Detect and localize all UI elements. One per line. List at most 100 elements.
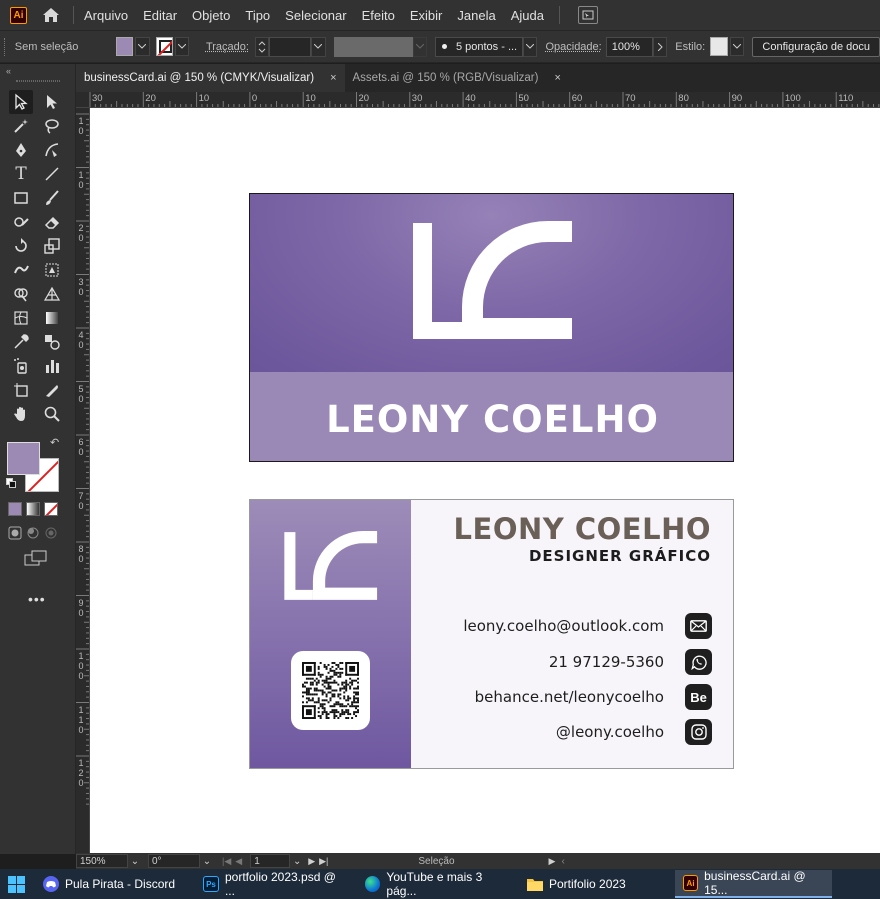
stroke-swatch[interactable]	[155, 37, 173, 56]
qr-module	[341, 703, 344, 706]
tab-assets[interactable]: Assets.ai @ 150 % (RGB/Visualizar) ×	[345, 64, 569, 92]
scroll-left-icon[interactable]: ‹	[561, 856, 564, 867]
stroke-label[interactable]: Traçado:	[206, 41, 249, 53]
last-artboard-icon[interactable]: ▶|	[319, 856, 328, 867]
rotation-input[interactable]: 0°	[148, 854, 200, 868]
artboard-number-input[interactable]: 1	[250, 854, 291, 868]
warp-tool-icon[interactable]	[9, 258, 33, 282]
lasso-tool-icon[interactable]	[40, 114, 64, 138]
gradient-mode-icon[interactable]	[26, 502, 40, 516]
shaper-tool-icon[interactable]	[9, 210, 33, 234]
previous-artboard-icon[interactable]: ◀	[235, 856, 242, 867]
vertical-ruler[interactable]: 10 10 20 30 40 50 60 70 80 90 100 110 120	[76, 108, 90, 853]
qr-module	[339, 662, 342, 664]
status-menu-icon[interactable]: ▶	[549, 856, 556, 867]
first-artboard-icon[interactable]: |◀	[222, 856, 231, 867]
business-card-back[interactable]: LEONY COELHO DESIGNER GRÁFICO leony.coel…	[249, 499, 734, 769]
chevron-down-icon[interactable]: ⌄	[290, 856, 304, 867]
menu-ajuda[interactable]: Ajuda	[511, 8, 544, 23]
draw-inside-icon[interactable]	[44, 526, 58, 540]
draw-behind-icon[interactable]	[26, 526, 40, 540]
hand-tool-icon[interactable]	[9, 402, 33, 426]
brush-dropdown[interactable]	[523, 36, 538, 57]
curvature-tool-icon[interactable]	[40, 138, 64, 162]
chevron-down-icon[interactable]: ⌄	[200, 856, 214, 867]
shape-builder-tool-icon[interactable]	[9, 282, 33, 306]
menu-tipo[interactable]: Tipo	[245, 8, 270, 23]
pen-tool-icon[interactable]	[9, 138, 33, 162]
artboard-canvas[interactable]: LEONY COELHO LEONY COELHO DESIGNER GRÁFI…	[90, 108, 880, 853]
perspective-grid-tool-icon[interactable]	[40, 282, 64, 306]
opacity-input[interactable]: 100%	[605, 36, 653, 57]
draw-normal-icon[interactable]	[8, 526, 22, 540]
rectangle-tool-icon[interactable]	[9, 186, 33, 210]
rotate-tool-icon[interactable]	[9, 234, 33, 258]
menu-exibir[interactable]: Exibir	[410, 8, 443, 23]
symbol-sprayer-tool-icon[interactable]	[9, 354, 33, 378]
stroke-dropdown[interactable]	[174, 37, 189, 56]
style-dropdown[interactable]	[730, 37, 745, 56]
eyedropper-tool-icon[interactable]	[9, 330, 33, 354]
slice-tool-icon[interactable]	[40, 378, 64, 402]
artboard-tool-icon[interactable]	[9, 378, 33, 402]
tab-businesscard[interactable]: businessCard.ai @ 150 % (CMYK/Visualizar…	[76, 64, 345, 92]
stroke-weight-input[interactable]	[269, 36, 312, 57]
menu-selecionar[interactable]: Selecionar	[285, 8, 346, 23]
zoom-input[interactable]: 150%	[76, 854, 128, 868]
none-mode-icon[interactable]	[44, 502, 58, 516]
brush-definition[interactable]: 5 pontos - ...	[435, 36, 524, 57]
home-icon[interactable]	[41, 5, 61, 25]
taskbar-item-illustrator[interactable]: Ai businessCard.ai @ 15...	[675, 869, 832, 898]
close-icon[interactable]: ×	[554, 72, 560, 84]
selection-tool-icon[interactable]	[9, 90, 33, 114]
swap-fill-stroke-icon[interactable]: ↶	[50, 436, 59, 449]
document-setup-button[interactable]: Configuração de docu	[752, 36, 880, 57]
gradient-tool-icon[interactable]	[40, 306, 64, 330]
type-tool-icon[interactable]: T	[9, 162, 33, 186]
taskbar-item-photoshop[interactable]: Ps portfolio 2023.psd @ ...	[195, 870, 357, 898]
edit-toolbar-icon[interactable]: •••	[28, 591, 75, 607]
business-card-front[interactable]: LEONY COELHO	[249, 193, 734, 462]
menu-arquivo[interactable]: Arquivo	[84, 8, 128, 23]
magic-wand-tool-icon[interactable]	[9, 114, 33, 138]
qr-module	[315, 687, 318, 690]
horizontal-ruler[interactable]: 30 20 10 0 10 20 30 40 50 60 70 80 90 100 110	[76, 92, 880, 108]
fill-swatch[interactable]	[116, 37, 134, 56]
paintbrush-tool-icon[interactable]	[40, 186, 64, 210]
menu-efeito[interactable]: Efeito	[362, 8, 395, 23]
opacity-arrow[interactable]	[652, 36, 668, 57]
mesh-tool-icon[interactable]	[9, 306, 33, 330]
free-transform-tool-icon[interactable]	[40, 258, 64, 282]
start-button[interactable]	[0, 870, 35, 898]
color-mode-icon[interactable]	[8, 502, 22, 516]
menu-objeto[interactable]: Objeto	[192, 8, 230, 23]
menu-editar[interactable]: Editar	[143, 8, 177, 23]
opacity-label[interactable]: Opacidade:	[545, 41, 601, 53]
next-artboard-icon[interactable]: ▶	[308, 856, 315, 867]
collapse-panel-icon[interactable]: «	[0, 64, 75, 78]
screen-mode-icon[interactable]	[24, 550, 75, 569]
line-segment-tool-icon[interactable]	[40, 162, 64, 186]
scale-tool-icon[interactable]	[40, 234, 64, 258]
stroke-weight-dropdown[interactable]	[311, 36, 326, 57]
blend-tool-icon[interactable]	[40, 330, 64, 354]
direct-selection-tool-icon[interactable]	[40, 90, 64, 114]
variable-width-profile[interactable]	[333, 36, 413, 57]
taskbar-item-edge[interactable]: YouTube e mais 3 pág...	[357, 870, 519, 898]
graphic-style-swatch[interactable]	[710, 37, 729, 56]
default-fill-stroke-icon[interactable]	[6, 478, 17, 492]
chevron-down-icon[interactable]: ⌄	[128, 856, 142, 867]
zoom-tool-icon[interactable]	[40, 402, 64, 426]
menu-janela[interactable]: Janela	[457, 8, 495, 23]
stroke-weight-stepper[interactable]	[254, 36, 270, 57]
close-icon[interactable]: ×	[330, 72, 336, 84]
arrange-documents-icon[interactable]	[577, 6, 598, 24]
panel-grip[interactable]	[15, 80, 60, 82]
taskbar-item-discord[interactable]: Pula Pirata - Discord	[35, 870, 195, 898]
taskbar-item-folder[interactable]: Portifolio 2023	[519, 870, 675, 898]
fill-dropdown[interactable]	[135, 37, 150, 56]
column-graph-tool-icon[interactable]	[40, 354, 64, 378]
eraser-tool-icon[interactable]	[40, 210, 64, 234]
ruler-label: 50	[518, 93, 529, 104]
fill-color-swatch[interactable]	[7, 442, 40, 475]
